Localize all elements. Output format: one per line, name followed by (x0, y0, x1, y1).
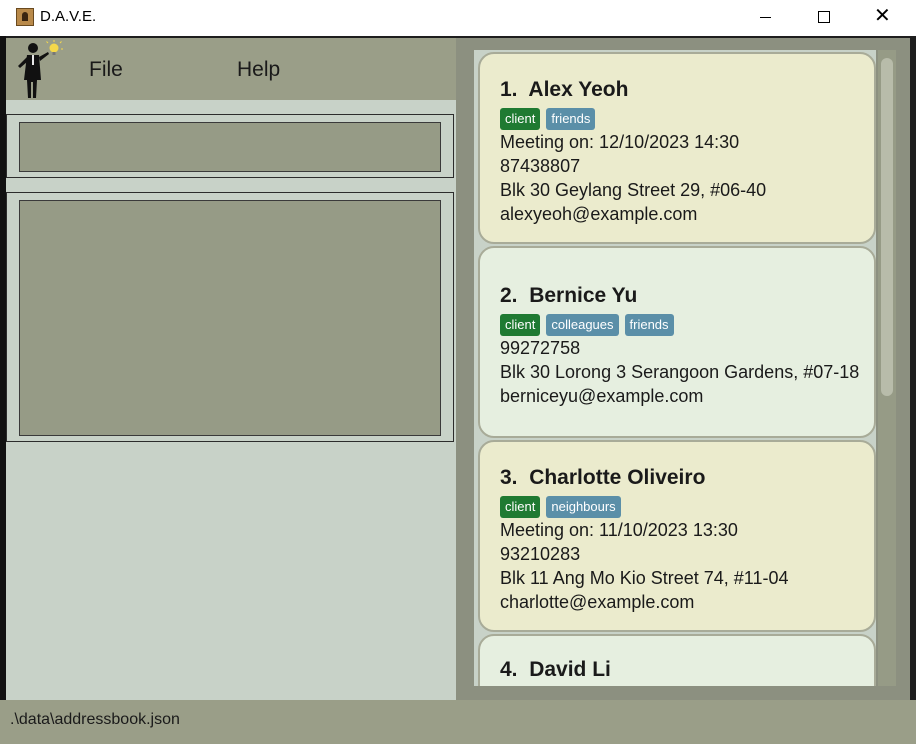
email: alexyeoh@example.com (500, 204, 698, 224)
address: Blk 30 Lorong 3 Serangoon Gardens, #07-1… (500, 362, 860, 382)
person-name: 4. David Li (500, 658, 611, 682)
tag-list: client friends (500, 108, 601, 130)
result-display[interactable] (19, 200, 441, 436)
split-pane-divider[interactable] (456, 38, 466, 700)
person-name: 3. Charlotte Oliveiro (500, 466, 705, 490)
person-list[interactable]: 1. Alex Yeoh client friends Meeting on: 1… (474, 50, 876, 686)
title-bar[interactable]: D.A.V.E. ✕ (0, 0, 916, 36)
window-title: D.A.V.E. (40, 8, 97, 25)
command-box (6, 114, 454, 178)
person-name-text: Bernice Yu (529, 284, 638, 307)
person-index: 2. (500, 284, 518, 307)
close-button[interactable]: ✕ (852, 0, 910, 34)
app-icon (16, 8, 34, 26)
person-index: 4. (500, 658, 518, 681)
phone-number: 87438807 (500, 156, 581, 176)
app-window: D.A.V.E. ✕ File Help 1. Alex Yeoh client… (0, 0, 916, 744)
email: berniceyu@example.com (500, 386, 704, 406)
person-name: 1. Alex Yeoh (500, 78, 628, 102)
person-name: 2. Bernice Yu (500, 284, 637, 308)
person-card[interactable]: 2. Bernice Yu client colleagues friends 99… (478, 246, 876, 438)
tag-label: client (500, 108, 541, 130)
address: Blk 11 Ang Mo Kio Street 74, #11-04 (500, 568, 789, 588)
person-index: 3. (500, 466, 518, 489)
scrollbar-thumb[interactable] (881, 58, 893, 396)
result-display-box (6, 192, 454, 442)
person-index: 1. (500, 78, 518, 101)
meeting-time: Meeting on: 11/10/2023 13:30 (500, 520, 738, 540)
status-bar: .\data\addressbook.json (0, 700, 916, 744)
tag-label: friends (546, 108, 596, 130)
tag-list: client neighbours (500, 496, 627, 518)
close-icon: ✕ (874, 5, 891, 27)
person-name-text: Alex Yeoh (528, 78, 629, 101)
menu-bar: File Help (6, 38, 456, 100)
tag-label: client (500, 496, 541, 518)
person-name-text: David Li (529, 658, 611, 681)
minimize-button[interactable] (736, 0, 794, 34)
email: charlotte@example.com (500, 592, 695, 612)
person-card[interactable]: 4. David Li (478, 634, 876, 686)
phone-number: 99272758 (500, 338, 581, 358)
data-file-path: .\data\addressbook.json (10, 711, 180, 728)
command-input[interactable] (19, 122, 441, 172)
person-name-text: Charlotte Oliveiro (529, 466, 706, 489)
phone-number: 93210283 (500, 544, 581, 564)
address: Blk 30 Geylang Street 29, #06-40 (500, 180, 767, 200)
menu-help[interactable]: Help (237, 58, 280, 82)
tag-label: friends (624, 314, 674, 336)
maximize-button[interactable] (794, 0, 852, 34)
person-card[interactable]: 1. Alex Yeoh client friends Meeting on: 1… (478, 52, 876, 244)
butler-logo-icon (18, 40, 63, 98)
menu-file[interactable]: File (89, 58, 123, 82)
tag-label: neighbours (546, 496, 621, 518)
person-list-pane: 1. Alex Yeoh client friends Meeting on: 1… (466, 38, 910, 700)
tag-label: client (500, 314, 541, 336)
minimize-icon (760, 17, 771, 18)
left-pane: File Help (6, 38, 456, 700)
meeting-time: Meeting on: 12/10/2023 14:30 (500, 132, 740, 152)
vertical-scrollbar[interactable] (878, 50, 896, 686)
tag-label: colleagues (546, 314, 619, 336)
person-card[interactable]: 3. Charlotte Oliveiro client neighbours M… (478, 440, 876, 632)
maximize-icon (818, 11, 830, 23)
tag-list: client colleagues friends (500, 314, 680, 336)
